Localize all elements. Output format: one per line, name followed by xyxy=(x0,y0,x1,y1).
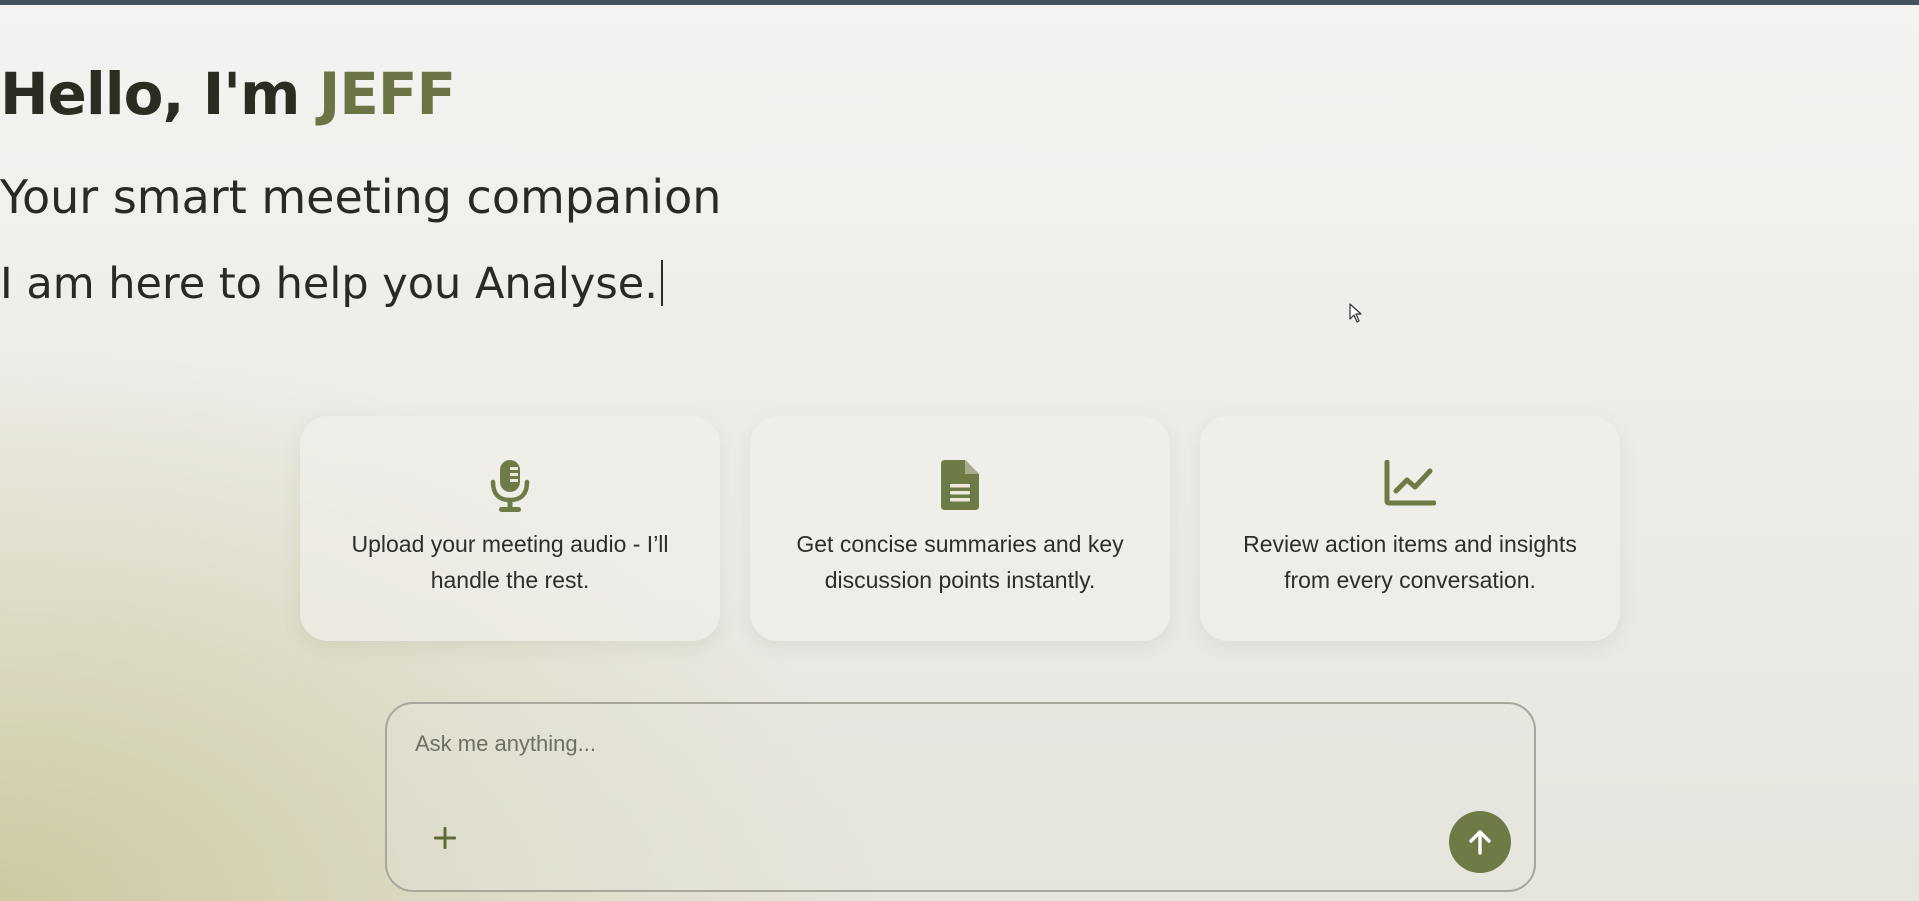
mouse-cursor-icon xyxy=(1349,303,1362,323)
document-icon xyxy=(750,460,1170,512)
plus-icon xyxy=(434,827,456,849)
text-caret xyxy=(660,260,663,306)
chat-composer xyxy=(385,702,1536,892)
typing-line: I am here to help you Analyse. xyxy=(0,254,1919,314)
feature-text-insights: Review action items and insights from ev… xyxy=(1243,531,1577,593)
window-top-bar xyxy=(0,0,1919,5)
add-attachment-button[interactable] xyxy=(427,820,463,856)
page-subtitle: Your smart meeting companion xyxy=(0,170,722,224)
feature-cards: Upload your meeting audio - I’ll handle … xyxy=(300,416,1620,641)
assistant-name: JEFF xyxy=(318,60,456,128)
line-chart-icon xyxy=(1200,460,1620,512)
microphone-icon xyxy=(300,460,720,512)
typing-text: I am here to help you Analyse. xyxy=(0,259,658,309)
greeting-text: Hello, I'm xyxy=(0,60,319,128)
feature-text-summaries: Get concise summaries and key discussion… xyxy=(796,531,1124,593)
feature-card-upload[interactable]: Upload your meeting audio - I’ll handle … xyxy=(300,416,720,641)
page-title: Hello, I'm JEFF xyxy=(0,58,1919,130)
feature-card-summaries[interactable]: Get concise summaries and key discussion… xyxy=(750,416,1170,641)
chat-input[interactable] xyxy=(415,722,1415,766)
arrow-up-icon xyxy=(1469,830,1491,855)
feature-text-upload: Upload your meeting audio - I’ll handle … xyxy=(351,531,669,593)
feature-card-insights[interactable]: Review action items and insights from ev… xyxy=(1200,416,1620,641)
send-button[interactable] xyxy=(1449,811,1511,873)
